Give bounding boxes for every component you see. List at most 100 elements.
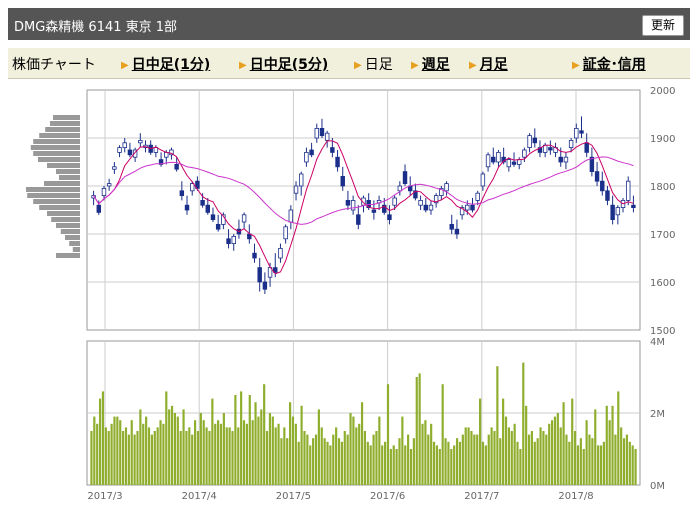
volume-profile-bar xyxy=(65,235,80,240)
volume-profile-bar xyxy=(69,241,80,246)
volume-bar xyxy=(407,434,410,485)
volume-bar xyxy=(522,362,525,485)
volume-bar xyxy=(588,434,591,485)
stock-title: DMG森精機 6141 東京 1部 xyxy=(14,20,178,35)
candle-down xyxy=(605,190,610,201)
candle-down xyxy=(454,228,460,235)
volume-bar xyxy=(372,434,375,485)
tab-daily: ▶ 日足 xyxy=(354,54,393,74)
volume-bar xyxy=(240,391,243,485)
volume-bar xyxy=(119,420,122,485)
refresh-button[interactable]: 更新 xyxy=(642,15,684,36)
volume-bar xyxy=(409,449,413,485)
volume-bar xyxy=(248,395,251,485)
candle-up xyxy=(615,207,621,216)
volume-bar xyxy=(467,427,470,485)
volume-profile-bar xyxy=(39,133,80,138)
candle-down xyxy=(600,180,605,192)
volume-profile-bar xyxy=(56,223,80,228)
volume-bar xyxy=(432,441,436,485)
candle-down xyxy=(262,281,268,290)
tab-monthly[interactable]: ▶ 月足 xyxy=(469,54,508,74)
volume-bar xyxy=(288,402,292,485)
volume-bar xyxy=(199,413,202,485)
volume-bar xyxy=(343,431,346,485)
volume-bar xyxy=(536,438,539,485)
tab-margin-credit[interactable]: ▶ 証金･信用 xyxy=(572,54,646,74)
volume-bar xyxy=(196,431,200,485)
date-tick-label: 2017/3 xyxy=(87,491,122,502)
candle-up xyxy=(112,166,117,170)
candle-up xyxy=(283,226,288,240)
tab-intraday-5min[interactable]: ▶ 日中足(5分) xyxy=(239,54,328,74)
candle-up xyxy=(314,128,320,139)
volume-bar xyxy=(502,398,505,485)
tab-intraday-1min[interactable]: ▶ 日中足(1分) xyxy=(121,54,210,74)
volume-bar xyxy=(389,449,392,485)
volume-bar xyxy=(317,409,320,485)
volume-bar xyxy=(225,427,228,485)
candle-up xyxy=(527,135,532,148)
volume-bar xyxy=(340,441,344,485)
volume-bar xyxy=(625,434,629,485)
volume-bar xyxy=(211,398,214,485)
volume-bar xyxy=(401,416,404,485)
volume-bar xyxy=(599,445,603,485)
volume-bar xyxy=(516,441,519,485)
volume-bar xyxy=(496,366,499,485)
volume-bar xyxy=(145,416,148,485)
volume-bar xyxy=(231,431,234,485)
price-tick-label: 1500 xyxy=(650,326,675,337)
volume-bar xyxy=(628,441,631,485)
volume-bar xyxy=(185,431,188,485)
header-bar: DMG森精機 6141 東京 1部 更新 xyxy=(8,8,690,40)
volume-profile-bar xyxy=(60,229,80,234)
volume-bar xyxy=(139,409,142,485)
volume-bar xyxy=(461,434,464,485)
volume-bar xyxy=(263,384,266,485)
volume-bar xyxy=(271,416,274,485)
candle-up xyxy=(506,159,512,168)
volume-bar xyxy=(559,427,562,485)
volume-bar xyxy=(297,441,300,485)
candle-down xyxy=(579,130,584,134)
candle-down xyxy=(340,176,345,187)
volume-bar xyxy=(542,431,545,485)
candle-up xyxy=(122,142,127,148)
candle-down xyxy=(387,214,392,221)
volume-bar xyxy=(222,413,225,485)
volume-bar xyxy=(355,427,358,485)
candle-up xyxy=(101,188,107,197)
volume-bar xyxy=(525,405,528,485)
volume-bar xyxy=(585,420,588,485)
candle-up xyxy=(465,204,470,211)
volume-bar xyxy=(349,413,352,485)
volume-bar xyxy=(101,391,105,485)
volume-bar xyxy=(124,427,128,485)
volume-bar xyxy=(314,434,318,485)
tab-weekly[interactable]: ▶ 週足 xyxy=(411,54,450,74)
volume-bar xyxy=(404,445,407,485)
candle-up xyxy=(231,235,236,244)
volume-bar xyxy=(435,445,439,485)
volume-bar xyxy=(476,434,479,485)
candle-up xyxy=(138,140,143,144)
arrow-icon: ▶ xyxy=(239,60,247,71)
volume-bar xyxy=(602,441,605,485)
volume-bar xyxy=(173,413,177,485)
candle-up xyxy=(293,185,299,194)
candle-down xyxy=(491,156,496,163)
volume-profile-bar xyxy=(30,145,80,150)
volume-bar xyxy=(286,438,289,485)
volume-bar xyxy=(257,416,260,485)
tab-label: 日中足(5分) xyxy=(249,57,329,73)
candle-down xyxy=(423,204,429,211)
tab-label: 日中足(1分) xyxy=(131,57,211,73)
volume-bar xyxy=(579,438,582,485)
volume-bar xyxy=(519,449,522,485)
volume-profile-bar xyxy=(59,175,80,180)
volume-profile-bar xyxy=(45,127,80,132)
volume-bar xyxy=(170,405,174,485)
volume-bar xyxy=(150,434,153,485)
volume-bar xyxy=(153,431,156,485)
